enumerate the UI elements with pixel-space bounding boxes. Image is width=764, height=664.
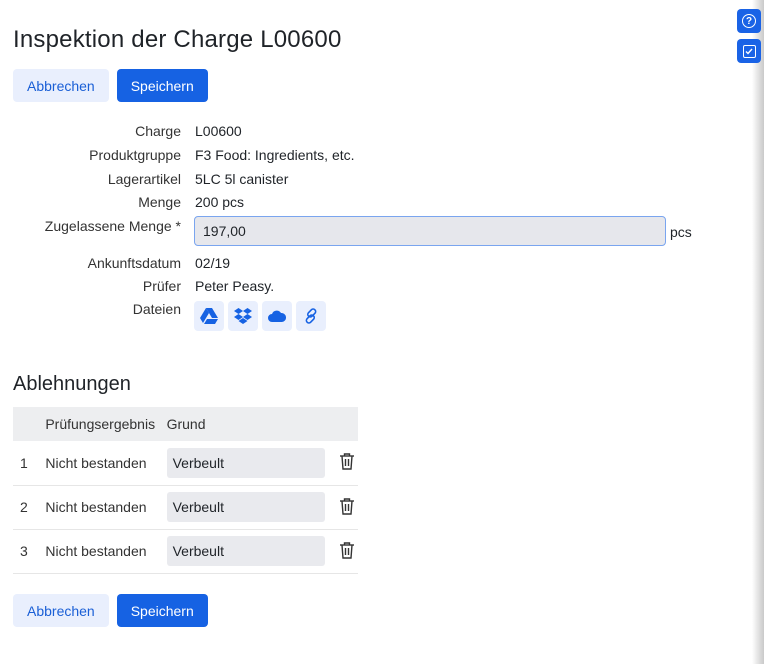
zugelassene-menge-input[interactable]: 197,00 (194, 216, 666, 246)
form-row-charge: Charge L00600 (0, 123, 242, 139)
form-row-lagerartikel: Lagerartikel 5LC 5l canister (0, 171, 289, 187)
file-sources (194, 301, 326, 331)
dateien-label: Dateien (132, 301, 181, 317)
ankunftsdatum-value: 02/19 (195, 255, 231, 271)
help-circle-icon[interactable]: ? (737, 9, 761, 33)
form-row-pruefer: Prüfer Peter Peasy. (0, 278, 274, 294)
row-result: Nicht bestanden (45, 499, 147, 515)
trash-icon[interactable] (339, 541, 355, 562)
save-button[interactable]: Speichern (116, 69, 208, 102)
form-row-produktgruppe: Produktgruppe F3 Food: Ingredients, etc. (0, 147, 354, 163)
dropbox-icon[interactable] (228, 301, 258, 331)
page-title: Inspektion der Charge L00600 (13, 26, 342, 53)
charge-label: Charge (135, 123, 181, 139)
right-scroll-edge (752, 0, 764, 664)
row-result: Nicht bestanden (45, 454, 147, 471)
table-row: 1 Nicht bestanden Verbeult (13, 441, 358, 485)
column-header-reason: Grund (166, 416, 206, 432)
table-header-row: Prüfungsergebnis Grund (13, 407, 358, 441)
lagerartikel-label: Lagerartikel (107, 171, 181, 187)
form-row-ankunftsdatum: Ankunftsdatum 02/19 (0, 255, 230, 271)
zugelassene-menge-label: Zugelassene Menge * (44, 218, 181, 234)
lagerartikel-value: 5LC 5l canister (195, 171, 289, 187)
zugelassene-menge-unit: pcs (670, 224, 692, 240)
form-row-zugelassene-menge: Zugelassene Menge * (0, 218, 181, 234)
trash-icon[interactable] (339, 453, 355, 473)
google-drive-icon[interactable] (194, 301, 224, 331)
reason-select[interactable]: Verbeult (166, 536, 325, 566)
bottom-action-bar: Abbrechen Speichern (13, 594, 208, 627)
table-row: 2 Nicht bestanden Verbeult (13, 485, 358, 529)
menge-label: Menge (138, 194, 181, 210)
pruefer-value: Peter Peasy. (195, 278, 275, 294)
onedrive-cloud-icon[interactable] (262, 301, 292, 331)
reason-select[interactable]: Verbeult (166, 447, 325, 478)
produktgruppe-label: Produktgruppe (89, 147, 181, 163)
rejections-title: Ablehnungen (13, 373, 131, 395)
save-button[interactable]: Speichern (116, 594, 208, 627)
rejections-table: Prüfungsergebnis Grund 1 Nicht bestanden… (13, 407, 358, 574)
row-index: 3 (20, 543, 28, 559)
ankunftsdatum-label: Ankunftsdatum (87, 255, 181, 271)
column-header-result: Prüfungsergebnis (45, 416, 156, 432)
checkbox-icon[interactable] (737, 39, 761, 63)
row-index: 2 (20, 499, 28, 515)
row-index: 1 (20, 454, 28, 471)
form-row-dateien: Dateien (0, 301, 181, 317)
produktgruppe-value: F3 Food: Ingredients, etc. (195, 147, 355, 163)
table-row: 3 Nicht bestanden Verbeult (13, 529, 358, 573)
form-row-menge: Menge 200 pcs (0, 194, 244, 210)
row-result: Nicht bestanden (45, 543, 147, 559)
column-header-index (13, 407, 45, 441)
pruefer-label: Prüfer (142, 278, 181, 294)
reason-select[interactable]: Verbeult (166, 492, 325, 522)
trash-icon[interactable] (339, 497, 355, 518)
menge-value: 200 pcs (195, 194, 245, 210)
inspection-page: Inspektion der Charge L00600 Abbrechen S… (0, 0, 752, 664)
link-icon[interactable] (296, 301, 326, 331)
charge-value: L00600 (195, 123, 242, 139)
cancel-button[interactable]: Abbrechen (13, 594, 109, 627)
cancel-button[interactable]: Abbrechen (13, 69, 109, 102)
top-action-bar: Abbrechen Speichern (13, 69, 208, 102)
